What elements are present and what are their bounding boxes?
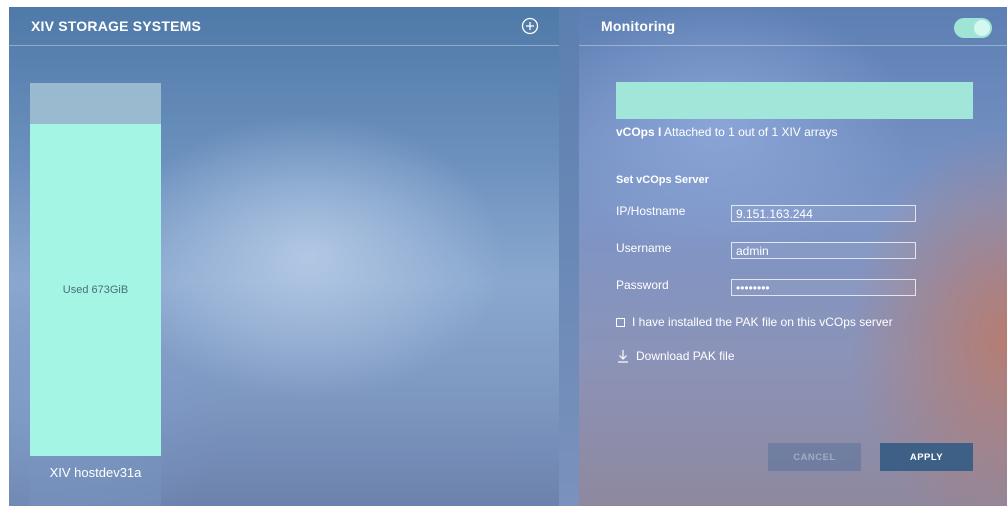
pak-installed-checkbox[interactable]: [616, 317, 625, 327]
set-server-heading: Set vCOps Server: [616, 174, 709, 186]
toggle-knob: [974, 20, 990, 36]
password-label: Password: [616, 278, 669, 292]
cancel-button[interactable]: CANCEL: [768, 443, 861, 471]
plus-circle-icon[interactable]: [521, 17, 539, 35]
monitoring-panel: Monitoring vCOps I Attached to 1 out of …: [579, 7, 1007, 506]
username-label: Username: [616, 241, 672, 255]
ip-hostname-input[interactable]: [731, 205, 916, 222]
panel-divider: [559, 7, 579, 506]
download-pak-label: Download PAK file: [636, 349, 735, 363]
ip-hostname-label: IP/Hostname: [616, 204, 686, 218]
apply-button[interactable]: APPLY: [880, 443, 973, 471]
attach-status-product: vCOps I: [616, 125, 662, 139]
attach-status-text: Attached to 1 out of 1 XIV arrays: [661, 125, 838, 139]
monitoring-panel-title: Monitoring: [601, 18, 676, 34]
monitoring-toggle[interactable]: [954, 18, 992, 38]
storage-panel-header: XIV STORAGE SYSTEMS: [9, 7, 559, 46]
password-input[interactable]: [731, 279, 916, 296]
used-capacity-label: Used 673GiB: [62, 284, 129, 296]
storage-usage-bar[interactable]: Used 673GiB XIV hostdev31a: [30, 83, 161, 506]
pak-installed-label: I have installed the PAK file on this vC…: [632, 315, 893, 329]
storage-systems-panel: XIV STORAGE SYSTEMS Used 673GiB XIV host…: [9, 7, 559, 506]
storage-panel-title: XIV STORAGE SYSTEMS: [31, 18, 202, 34]
download-arrow-icon: [618, 350, 628, 363]
used-capacity-segment: Used 673GiB: [30, 124, 161, 456]
free-capacity-segment: [30, 83, 161, 124]
username-input[interactable]: [731, 242, 916, 259]
pak-installed-checkbox-row[interactable]: I have installed the PAK file on this vC…: [616, 315, 893, 329]
monitoring-panel-header: Monitoring: [579, 7, 1007, 46]
attach-status: vCOps I Attached to 1 out of 1 XIV array…: [616, 125, 837, 139]
attach-progress-bar: [616, 82, 973, 119]
download-pak-link[interactable]: Download PAK file: [617, 349, 735, 363]
array-name: XIV hostdev31a: [49, 465, 142, 480]
